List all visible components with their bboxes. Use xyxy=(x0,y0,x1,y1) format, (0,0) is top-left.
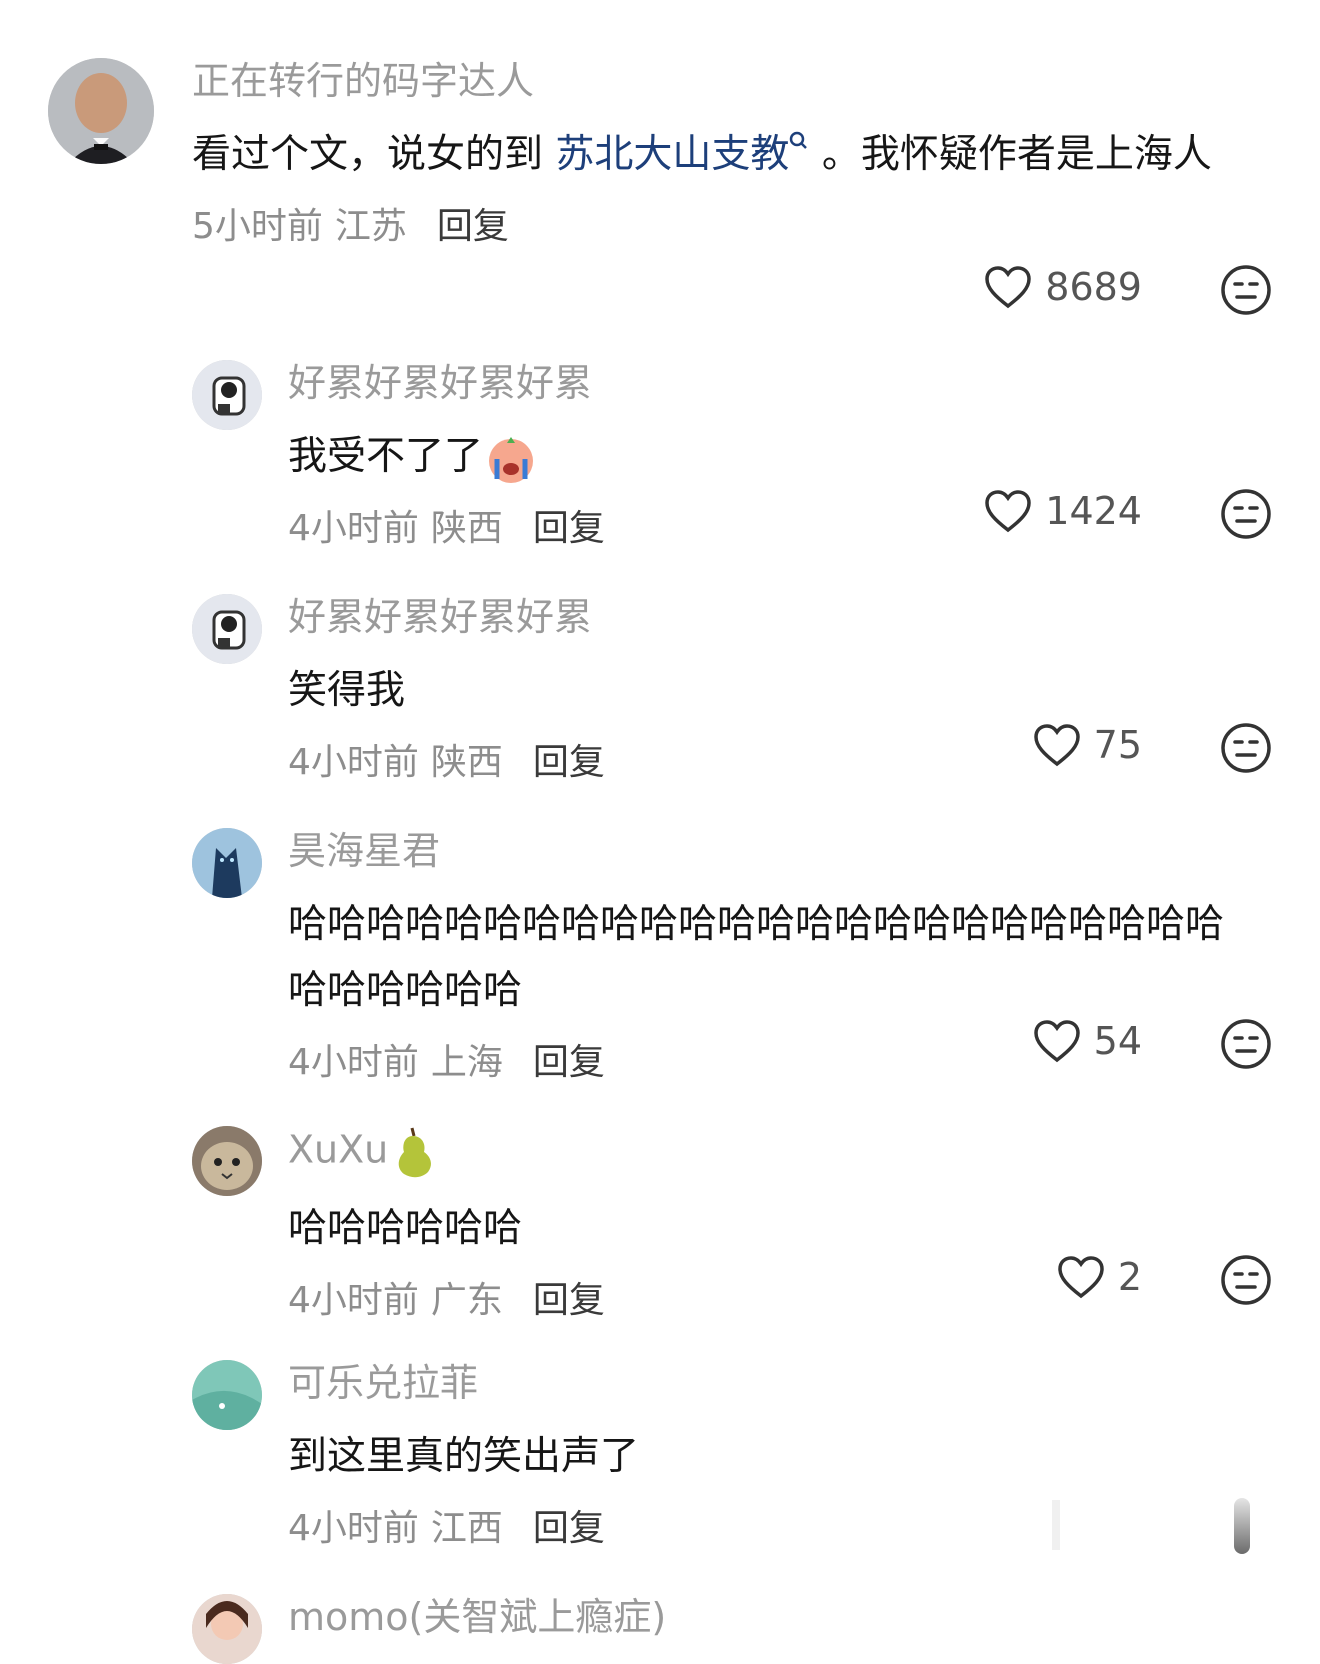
avatar[interactable] xyxy=(48,58,154,164)
comment-username[interactable]: 好累好累好累好累 xyxy=(288,594,605,640)
comment-text: 哈哈哈哈哈哈哈哈哈哈哈哈哈哈哈哈哈哈哈哈哈哈哈哈哈哈哈哈哈哈 xyxy=(288,902,1225,1013)
heart-icon xyxy=(985,266,1032,309)
comment-region: 陕西 xyxy=(430,508,503,549)
reply-button[interactable]: 回复 xyxy=(533,1280,605,1321)
neutral-face-icon[interactable] xyxy=(1220,488,1272,540)
crying-face-emoji xyxy=(489,436,534,483)
comment-username[interactable]: 好累好累好累好累 xyxy=(288,360,605,406)
comment-username[interactable]: XuXu xyxy=(288,1126,605,1178)
comment-region: 广东 xyxy=(430,1280,503,1321)
neutral-face-icon[interactable] xyxy=(1220,1254,1272,1306)
heart-icon xyxy=(985,490,1032,533)
like-count: 8689 xyxy=(1045,265,1142,309)
comment-username[interactable]: 昊海星君 xyxy=(288,828,1248,874)
comment-meta: 4小时前 陕西 回复 xyxy=(288,506,605,552)
pear-emoji xyxy=(398,1127,432,1178)
comment-time: 4小时前 xyxy=(288,1280,419,1321)
comment-time: 4小时前 xyxy=(288,1508,419,1549)
reply-button[interactable]: 回复 xyxy=(533,1042,605,1083)
comment-username[interactable]: 正在转行的码字达人 xyxy=(192,58,1222,104)
reply-button[interactable]: 回复 xyxy=(533,742,605,783)
comment-meta: 4小时前 陕西 回复 xyxy=(288,740,605,786)
comment-region: 陕西 xyxy=(430,742,503,783)
heart-icon xyxy=(1033,724,1080,767)
like-count: 54 xyxy=(1093,1019,1142,1063)
avatar[interactable] xyxy=(192,1126,262,1196)
avatar[interactable] xyxy=(192,360,262,430)
comment-meta: 4小时前 江西 回复 xyxy=(288,1506,639,1552)
comment-time: 4小时前 xyxy=(288,1042,419,1083)
comment-text: 看过个文，说女的到 苏北大山支教 。我怀疑作者是上海人 xyxy=(192,131,1212,177)
comment-region: 江苏 xyxy=(334,206,407,247)
avatar[interactable] xyxy=(192,1594,262,1664)
like-count: 75 xyxy=(1093,723,1142,767)
like-button[interactable]: 75 xyxy=(1032,722,1142,768)
comment-time: 4小时前 xyxy=(288,742,419,783)
search-icon xyxy=(790,131,808,149)
comment-time: 5小时前 xyxy=(192,206,323,247)
comment-text: 到这里真的笑出声了 xyxy=(288,1434,640,1479)
neutral-face-icon[interactable] xyxy=(1220,264,1272,316)
avatar[interactable] xyxy=(192,594,262,664)
comment-region: 上海 xyxy=(430,1042,503,1083)
scroll-indicator[interactable] xyxy=(1234,1498,1250,1554)
like-count: 1424 xyxy=(1045,489,1142,533)
heart-icon xyxy=(1058,1256,1104,1299)
search-link[interactable]: 苏北大山支教 xyxy=(555,131,809,177)
reply-button[interactable]: 回复 xyxy=(437,206,509,247)
neutral-face-icon[interactable] xyxy=(1220,722,1272,774)
comment-text: 我受不了了 xyxy=(288,424,605,490)
like-button[interactable]: 54 xyxy=(1032,1018,1142,1064)
loading-placeholder xyxy=(1052,1500,1060,1550)
avatar[interactable] xyxy=(192,828,262,898)
like-button[interactable]: 1424 xyxy=(983,488,1142,534)
neutral-face-icon[interactable] xyxy=(1220,1018,1272,1070)
comment-meta: 4小时前 广东 回复 xyxy=(288,1278,605,1324)
reply-button[interactable]: 回复 xyxy=(533,1508,605,1549)
comment-text: 笑得我 xyxy=(288,668,406,713)
reply-button[interactable]: 回复 xyxy=(533,508,605,549)
like-count: 2 xyxy=(1117,1255,1142,1299)
comment-region: 江西 xyxy=(430,1508,503,1549)
comment-time: 4小时前 xyxy=(288,508,419,549)
like-button[interactable]: 2 xyxy=(1056,1254,1142,1300)
comment-meta: 5小时前 江苏 回复 xyxy=(192,204,1222,250)
heart-icon xyxy=(1033,1020,1080,1063)
comment-username[interactable]: 可乐兑拉菲 xyxy=(288,1360,639,1406)
comment-username[interactable]: momo(关智斌上瘾症) xyxy=(288,1594,666,1640)
comment-text: 哈哈哈哈哈哈 xyxy=(288,1206,523,1251)
like-button[interactable]: 8689 xyxy=(983,264,1142,310)
avatar[interactable] xyxy=(192,1360,262,1430)
